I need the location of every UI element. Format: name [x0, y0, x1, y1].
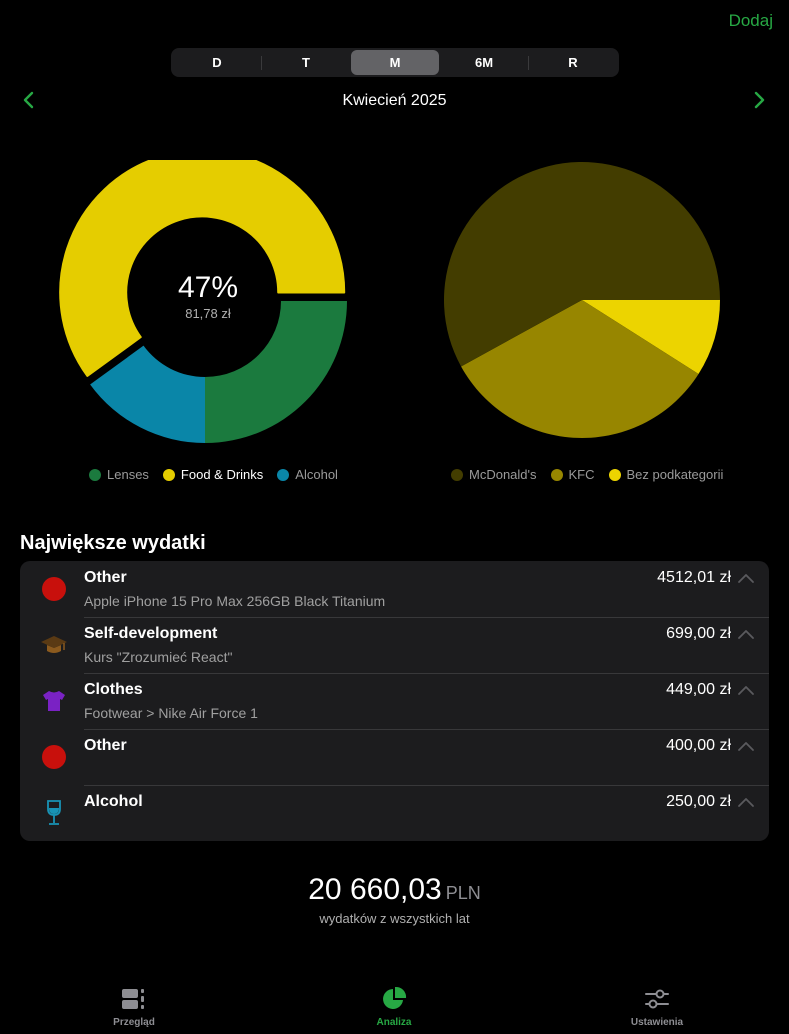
legend-item-kfc: KFC — [550, 467, 595, 482]
legend-label: McDonald's — [469, 467, 537, 482]
expense-amount: 250,00 zł — [666, 793, 731, 810]
total-currency: PLN — [445, 883, 481, 903]
expense-amount: 699,00 zł — [666, 625, 731, 642]
segment-year[interactable]: R — [529, 50, 617, 75]
legend-item-alcohol: Alcohol — [277, 467, 338, 482]
donut-amount: 81,78 zł — [185, 306, 231, 321]
donut-percent: 47% — [177, 271, 239, 304]
chevron-up-icon[interactable] — [737, 795, 755, 809]
wine-glass-icon — [40, 799, 68, 827]
legend-item-bez-podkategorii: Bez podkategorii — [608, 467, 724, 482]
red-circle-icon — [40, 743, 68, 771]
sliders-icon — [643, 985, 671, 1013]
tshirt-icon — [40, 687, 68, 715]
largest-expenses-list: Other Apple iPhone 15 Pro Max 256GB Blac… — [20, 561, 769, 841]
total-summary: 20 660,03 PLN wydatków z wszystkich lat — [0, 873, 789, 926]
donut-center-label: 47% 81,78 zł — [108, 270, 308, 321]
graduation-cap-icon — [40, 631, 68, 659]
month-title: Kwiecień 2025 — [342, 92, 447, 109]
tab-label: Analiza — [376, 1017, 412, 1028]
segment-six-months[interactable]: 6M — [440, 50, 528, 75]
legend-dot — [162, 468, 175, 481]
expense-amount: 400,00 zł — [666, 737, 731, 754]
expense-row[interactable]: Other 400,00 zł — [20, 729, 769, 785]
total-caption: wydatków z wszystkich lat — [319, 911, 470, 926]
legend-item-food-drinks: Food & Drinks — [162, 467, 264, 482]
tab-label: Przegląd — [113, 1017, 155, 1028]
chevron-up-icon[interactable] — [737, 683, 755, 697]
pie-legend: McDonald's KFC Bez podkategorii — [451, 467, 723, 482]
legend-dot — [277, 468, 290, 481]
pie-chart-icon — [380, 985, 408, 1013]
expense-category: Other — [84, 737, 127, 754]
segment-month[interactable]: M — [351, 50, 439, 75]
legend-label: Lenses — [107, 467, 149, 482]
total-amount: 20 660,03 — [308, 873, 442, 906]
tab-analysis[interactable]: Analiza — [334, 985, 454, 1028]
expense-category: Other — [84, 569, 127, 586]
expense-description: Footwear > Nike Air Force 1 — [84, 705, 258, 721]
chevron-right-icon — [754, 91, 765, 109]
chevron-up-icon[interactable] — [737, 571, 755, 585]
expense-amount: 4512,01 zł — [657, 569, 731, 586]
tab-settings[interactable]: Ustawienia — [597, 985, 717, 1028]
section-title: Największe wydatki — [20, 532, 206, 554]
expense-row[interactable]: Alcohol 250,00 zł — [20, 785, 769, 841]
expense-category: Clothes — [84, 681, 143, 698]
next-month-button[interactable] — [748, 88, 772, 112]
expense-category: Self-development — [84, 625, 218, 642]
chevron-up-icon[interactable] — [737, 739, 755, 753]
legend-dot — [89, 468, 101, 481]
legend-dot — [608, 468, 621, 481]
slice-lenses[interactable] — [205, 301, 347, 443]
tab-bar: Przegląd Analiza Ustawienia — [0, 985, 789, 1034]
tab-label: Ustawienia — [630, 1017, 684, 1028]
subcategory-pie-chart[interactable] — [442, 160, 722, 440]
tab-overview[interactable]: Przegląd — [74, 985, 194, 1028]
expense-amount: 449,00 zł — [666, 681, 731, 698]
expense-row[interactable]: Self-development Kurs "Zrozumieć React" … — [20, 617, 769, 673]
legend-label: Food & Drinks — [180, 467, 264, 482]
segment-week[interactable]: T — [262, 50, 350, 75]
expense-description: Kurs "Zrozumieć React" — [84, 649, 233, 665]
red-circle-icon — [40, 575, 68, 603]
period-segmented-control: D T M 6M R — [171, 48, 619, 77]
add-button[interactable]: Dodaj — [729, 11, 773, 31]
segment-day[interactable]: D — [173, 50, 261, 75]
chevron-up-icon[interactable] — [737, 627, 755, 641]
legend-item-lenses: Lenses — [89, 467, 149, 482]
legend-label: Alcohol — [295, 467, 338, 482]
expense-category: Alcohol — [84, 793, 143, 810]
legend-label: KFC — [568, 467, 595, 482]
overview-icon — [120, 985, 148, 1013]
expense-row[interactable]: Clothes Footwear > Nike Air Force 1 449,… — [20, 673, 769, 729]
expense-row[interactable]: Other Apple iPhone 15 Pro Max 256GB Blac… — [20, 561, 769, 617]
legend-label: Bez podkategorii — [626, 467, 724, 482]
legend-dot — [451, 468, 463, 481]
legend-dot — [550, 468, 563, 481]
donut-legend: Lenses Food & Drinks Alcohol — [89, 467, 338, 482]
expense-description: Apple iPhone 15 Pro Max 256GB Black Tita… — [84, 593, 386, 609]
legend-item-mcdonalds: McDonald's — [451, 467, 537, 482]
